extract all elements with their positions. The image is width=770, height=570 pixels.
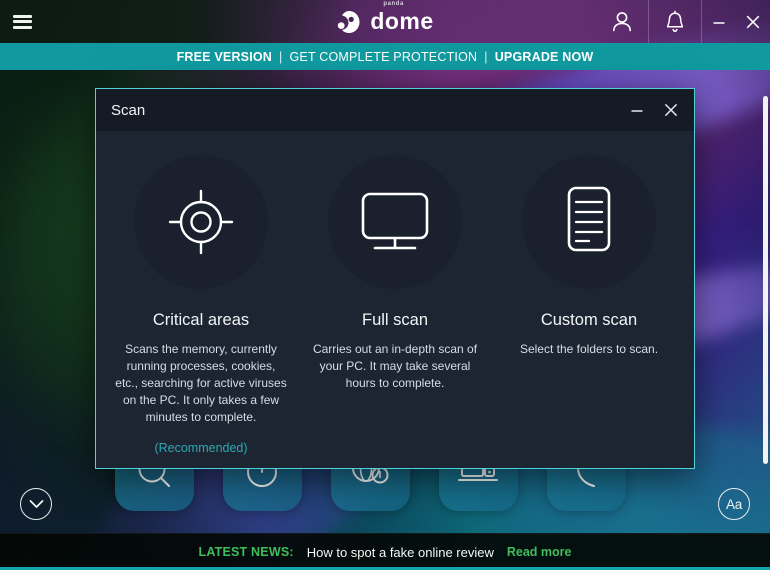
text-size-label: Aa (726, 496, 742, 512)
banner-separator-2: | (484, 49, 488, 64)
news-label: LATEST NEWS: (198, 545, 294, 559)
scan-option-title: Full scan (361, 311, 429, 329)
logo-superscript: panda (383, 1, 404, 7)
upgrade-banner[interactable]: FREE VERSION | GET COMPLETE PROTECTION |… (0, 43, 770, 70)
scrollbar-thumb[interactable] (763, 96, 768, 464)
news-read-more-link[interactable]: Read more (507, 545, 572, 559)
latest-news-bar: LATEST NEWS: How to spot a fake online r… (0, 533, 770, 570)
banner-upgrade-link[interactable]: UPGRADE NOW (495, 50, 594, 64)
scan-option-title: Custom scan (540, 311, 638, 329)
scan-option-critical-areas[interactable]: Critical areas Scans the memory, current… (104, 155, 298, 468)
scan-option-icon-wrap (522, 155, 656, 289)
collapse-panel-button[interactable] (20, 488, 52, 520)
vertical-scrollbar[interactable] (763, 72, 768, 540)
logo-wordmark: panda dome (370, 1, 434, 34)
close-icon (746, 15, 760, 28)
banner-message: GET COMPLETE PROTECTION (289, 49, 478, 64)
chevron-down-icon (29, 500, 43, 508)
scan-option-title: Critical areas (152, 311, 250, 329)
minimize-icon (713, 21, 725, 24)
scan-dialog-close-button[interactable] (654, 89, 688, 131)
hamburger-menu-button[interactable] (0, 0, 44, 43)
crosshair-target-icon (168, 189, 234, 255)
notifications-button[interactable] (648, 0, 701, 43)
scan-dialog: Scan Critical areas Scans the memory, cu… (95, 88, 695, 469)
document-lines-icon (567, 186, 611, 252)
scan-option-icon-wrap (328, 155, 462, 289)
scan-option-icon-wrap (134, 155, 268, 289)
close-window-button[interactable] (736, 0, 770, 43)
scan-option-full-scan[interactable]: Full scan Carries out an in-depth scan o… (298, 155, 492, 468)
banner-free-version-label: FREE VERSION (176, 49, 273, 64)
scan-option-description: Carries out an in-depth scan of your PC.… (312, 342, 478, 391)
scan-option-description: Scans the memory, currently running proc… (115, 342, 287, 425)
scan-option-custom-scan[interactable]: Custom scan Select the folders to scan. (492, 155, 686, 468)
logo-main-text: dome (370, 8, 434, 34)
hamburger-icon (12, 14, 32, 29)
close-icon (664, 103, 678, 117)
panda-logo-icon (336, 9, 362, 35)
title-bar: panda dome (0, 0, 770, 43)
scan-options-container: Critical areas Scans the memory, current… (96, 131, 694, 468)
scan-dialog-title: Scan (111, 101, 146, 119)
app-logo: panda dome (336, 1, 434, 35)
scan-dialog-header: Scan (96, 89, 694, 131)
account-button[interactable] (595, 0, 648, 43)
scan-option-description: Select the folders to scan. (519, 342, 659, 356)
minimize-icon (631, 110, 643, 112)
app-window: Aa LATEST NEWS: How to spot a fake onlin… (0, 0, 770, 570)
bell-icon (666, 10, 684, 32)
scan-option-recommended-label: (Recommended) (154, 441, 248, 456)
monitor-icon (361, 192, 429, 250)
text-size-button[interactable]: Aa (718, 488, 750, 520)
news-headline: How to spot a fake online review (306, 544, 494, 560)
banner-separator-1: | (279, 49, 283, 64)
scan-dialog-minimize-button[interactable] (620, 89, 654, 131)
minimize-window-button[interactable] (702, 0, 736, 43)
user-icon (612, 11, 631, 31)
